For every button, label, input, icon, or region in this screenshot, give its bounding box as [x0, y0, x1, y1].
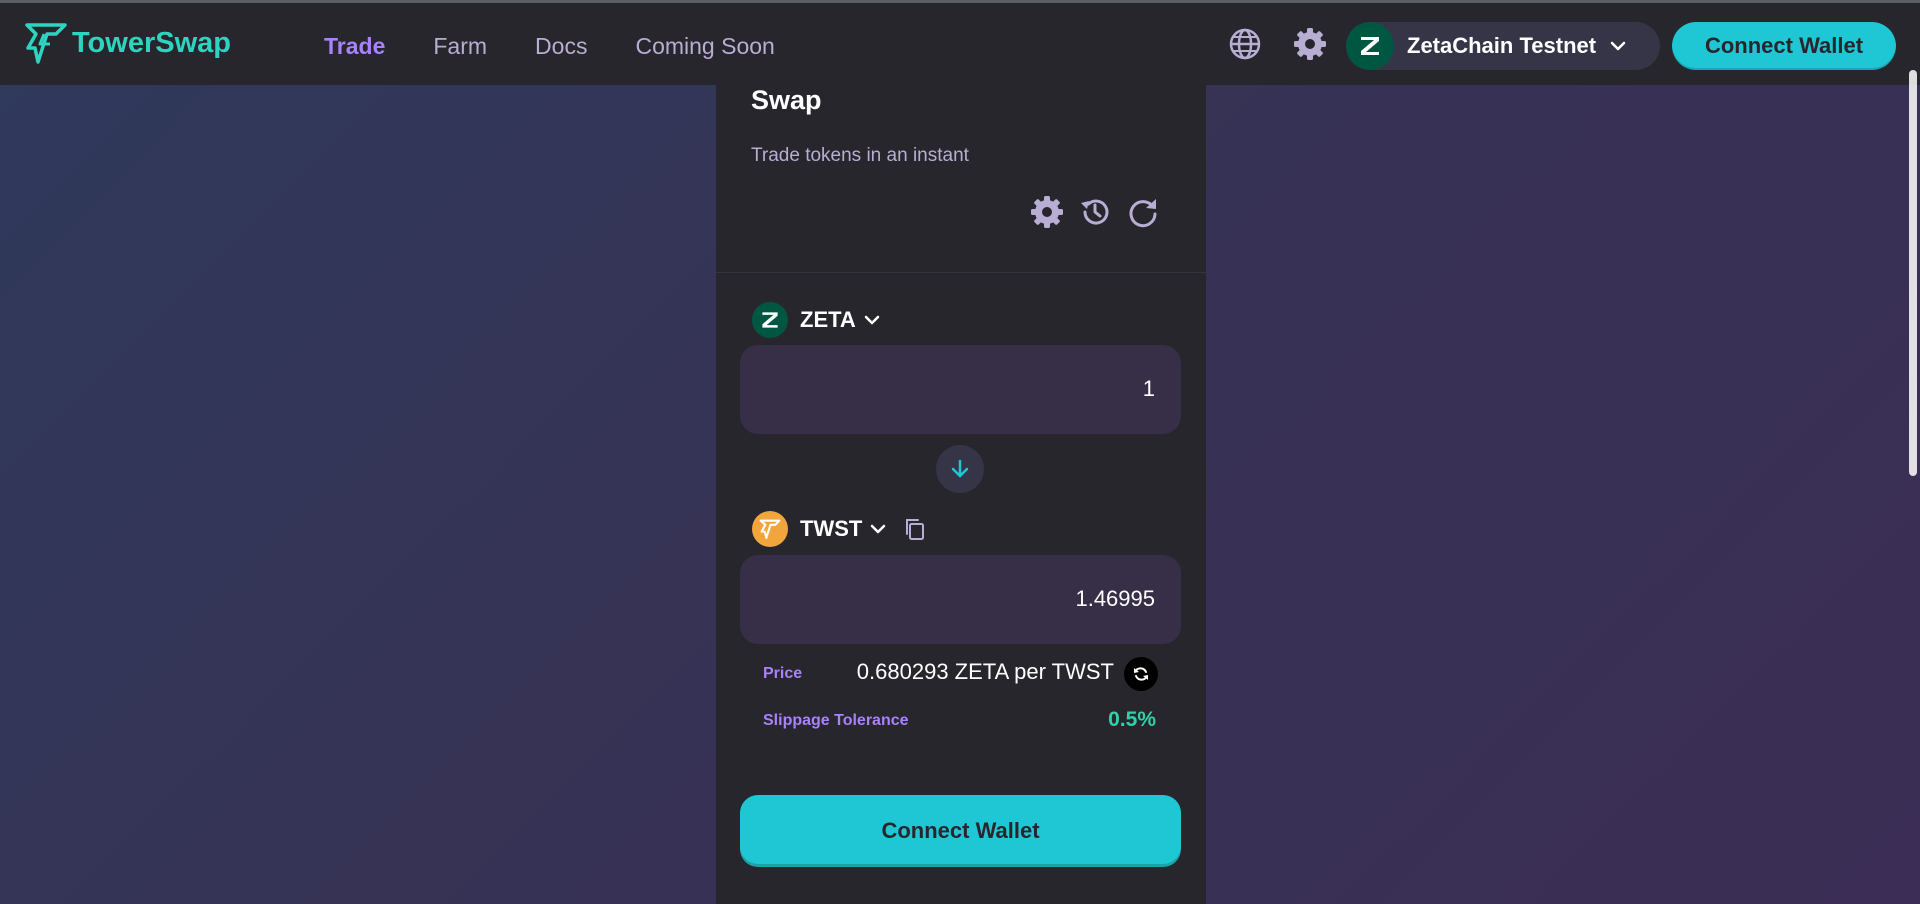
to-token-symbol: TWST [800, 516, 863, 541]
swap-card: Swap Trade tokens in an instant ZETA 1 T… [716, 85, 1206, 904]
twst-token-icon [752, 511, 788, 547]
nav-coming-soon[interactable]: Coming Soon [635, 26, 774, 66]
from-amount-input[interactable] [777, 367, 1157, 411]
chevron-down-icon [1610, 41, 1626, 51]
gear-icon[interactable] [1293, 27, 1327, 61]
swap-subtitle: Trade tokens in an instant [751, 145, 969, 166]
towerswap-logo-icon [25, 23, 67, 64]
to-amount-box [740, 555, 1181, 644]
from-token-symbol: ZETA [800, 307, 856, 332]
from-amount-box [740, 345, 1181, 434]
history-icon[interactable] [1078, 195, 1112, 229]
globe-icon[interactable] [1228, 27, 1262, 61]
swap-card-header: Swap Trade tokens in an instant [716, 85, 1206, 273]
swap-title: Swap [751, 85, 822, 115]
swap-arrows-icon [1134, 667, 1148, 681]
to-amount-input[interactable] [777, 577, 1157, 621]
network-label: ZetaChain Testnet [1407, 33, 1597, 58]
towerswap-logo[interactable]: TowerSwap [24, 19, 231, 67]
to-token-selector[interactable]: TWST [752, 511, 928, 547]
top-navbar: TowerSwap Trade Farm Docs Coming Soon Ze… [0, 3, 1920, 85]
gear-icon[interactable] [1030, 195, 1064, 229]
app-name: TowerSwap [72, 26, 231, 59]
slippage-value[interactable]: 0.5% [1108, 708, 1156, 732]
price-value: 0.680293 ZETA per TWST [856, 659, 1114, 684]
nav-farm[interactable]: Farm [433, 26, 487, 66]
switch-tokens-button[interactable] [936, 445, 984, 493]
nav-trade[interactable]: Trade [324, 26, 385, 66]
nav-docs[interactable]: Docs [535, 26, 587, 66]
refresh-icon[interactable] [1126, 195, 1160, 229]
zetachain-logo-icon [1346, 22, 1394, 70]
swap-connect-wallet-button[interactable]: Connect Wallet [740, 795, 1181, 867]
arrow-down-icon [951, 459, 969, 478]
page-scrollbar[interactable] [1905, 68, 1920, 904]
chevron-down-icon [871, 524, 886, 534]
from-token-selector[interactable]: ZETA [752, 302, 882, 338]
price-label: Price [763, 665, 803, 682]
invert-price-button[interactable] [1124, 657, 1158, 691]
app-root: TowerSwap Trade Farm Docs Coming Soon Ze… [0, 0, 1920, 904]
copy-icon[interactable] [902, 516, 928, 542]
zeta-token-icon [752, 302, 788, 338]
header-connect-wallet-button[interactable]: Connect Wallet [1672, 22, 1896, 70]
main-nav: Trade Farm Docs Coming Soon [324, 26, 823, 66]
network-selector[interactable]: ZetaChain Testnet [1346, 22, 1660, 70]
scrollbar-thumb[interactable] [1909, 70, 1917, 476]
slippage-label: Slippage Tolerance [763, 712, 909, 729]
chevron-down-icon [864, 315, 880, 325]
